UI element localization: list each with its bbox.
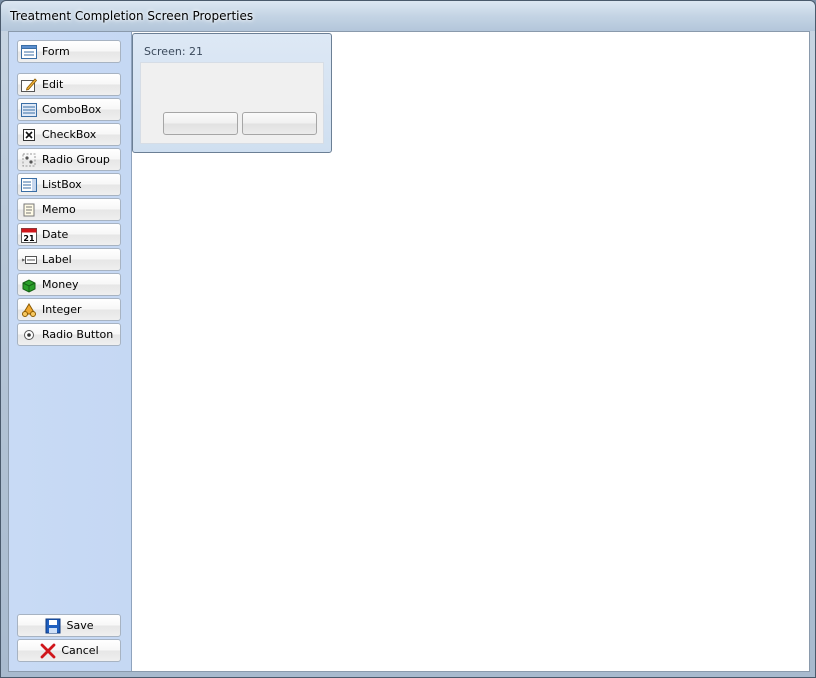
- toolbox-form-button[interactable]: Form: [17, 40, 121, 63]
- toolbox-label-button[interactable]: Label: [17, 248, 121, 271]
- money-icon: [20, 277, 38, 293]
- label-icon: [20, 252, 38, 268]
- toolbox-date-label: Date: [42, 228, 69, 241]
- save-label: Save: [66, 619, 94, 632]
- listbox-icon: [20, 177, 38, 193]
- toolbox-money-button[interactable]: Money: [17, 273, 121, 296]
- cancel-icon: [39, 643, 57, 659]
- toolbox-date-button[interactable]: 21 Date: [17, 223, 121, 246]
- design-canvas[interactable]: Screen: 21: [132, 32, 809, 671]
- toolbox-radio-button-button[interactable]: Radio Button: [17, 323, 121, 346]
- toolbox-listbox-label: ListBox: [42, 178, 82, 191]
- integer-icon: [20, 302, 38, 318]
- title-bar[interactable]: Treatment Completion Screen Properties: [1, 1, 815, 31]
- preview-button-right[interactable]: [242, 112, 317, 135]
- radio-group-icon: [20, 152, 38, 168]
- combobox-icon: [20, 102, 38, 118]
- toolbox-edit-label: Edit: [42, 78, 64, 91]
- save-icon: [44, 618, 62, 634]
- screen-caption: Screen: 21: [144, 45, 204, 58]
- properties-window: Treatment Completion Screen Properties F…: [0, 0, 816, 678]
- toolbox-edit-button[interactable]: Edit: [17, 73, 121, 96]
- calendar-icon-number: 21: [23, 234, 35, 243]
- toolbox-listbox-button[interactable]: ListBox: [17, 173, 121, 196]
- radio-button-icon: [20, 327, 38, 343]
- toolbox-radio-group-button[interactable]: Radio Group: [17, 148, 121, 171]
- toolbox-radio-button-label: Radio Button: [42, 328, 114, 341]
- edit-icon: [20, 77, 38, 93]
- toolbox-memo-button[interactable]: Memo: [17, 198, 121, 221]
- toolbox-sidebar: Form Edit ComboBox CheckBox Radio Group …: [9, 32, 132, 671]
- save-button[interactable]: Save: [17, 614, 121, 637]
- toolbox-checkbox-label: CheckBox: [42, 128, 97, 141]
- toolbox-combobox-label: ComboBox: [42, 103, 102, 116]
- calendar-icon: 21: [20, 227, 38, 243]
- toolbox-integer-label: Integer: [42, 303, 82, 316]
- toolbox-combobox-button[interactable]: ComboBox: [17, 98, 121, 121]
- toolbox-integer-button[interactable]: Integer: [17, 298, 121, 321]
- checkbox-icon: [20, 127, 38, 143]
- preview-button-left[interactable]: [163, 112, 238, 135]
- screen-preview-body: [140, 62, 324, 144]
- client-area: Form Edit ComboBox CheckBox Radio Group …: [8, 31, 810, 672]
- toolbox-memo-label: Memo: [42, 203, 76, 216]
- cancel-label: Cancel: [61, 644, 99, 657]
- memo-icon: [20, 202, 38, 218]
- form-icon: [20, 44, 38, 60]
- screen-preview-panel[interactable]: Screen: 21: [132, 33, 332, 153]
- cancel-button[interactable]: Cancel: [17, 639, 121, 662]
- toolbox-money-label: Money: [42, 278, 79, 291]
- toolbox-radio-group-label: Radio Group: [42, 153, 110, 166]
- toolbox-form-label: Form: [42, 45, 70, 58]
- toolbox-checkbox-button[interactable]: CheckBox: [17, 123, 121, 146]
- window-title: Treatment Completion Screen Properties: [10, 9, 254, 23]
- toolbox-label-label: Label: [42, 253, 72, 266]
